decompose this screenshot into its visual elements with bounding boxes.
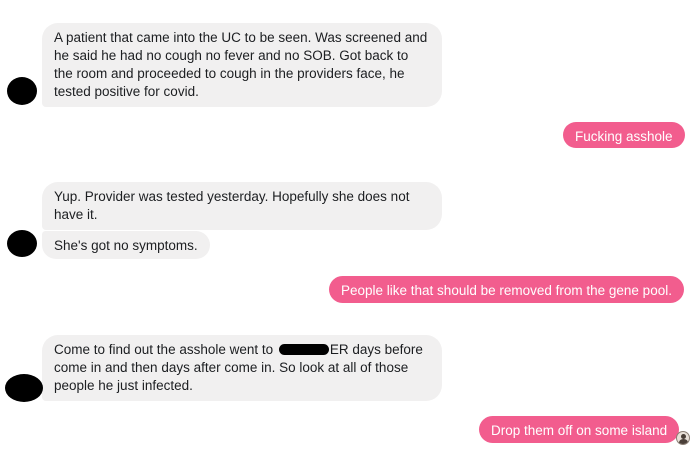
outgoing-message-3: Drop them off on some island	[479, 416, 680, 443]
redacted-avatar-icon	[5, 374, 43, 402]
redacted-avatar-icon	[7, 230, 37, 257]
incoming-message-2: Yup. Provider was tested yesterday. Hope…	[42, 182, 442, 230]
incoming-message-3: She's got no symptoms.	[42, 231, 210, 259]
outgoing-message-2: People like that should be removed from …	[329, 276, 684, 303]
incoming-message-4: Come to find out the asshole went to ER …	[42, 335, 442, 401]
message-text-before-redaction: Come to find out the asshole went to	[54, 342, 277, 357]
incoming-message-1: A patient that came into the UC to be se…	[42, 23, 442, 107]
read-receipt-avatar-icon	[676, 431, 690, 445]
redaction-mark	[278, 344, 329, 355]
redacted-avatar-icon	[7, 77, 37, 105]
outgoing-message-1: Fucking asshole	[563, 122, 685, 148]
read-receipt-shoulders	[679, 439, 688, 444]
